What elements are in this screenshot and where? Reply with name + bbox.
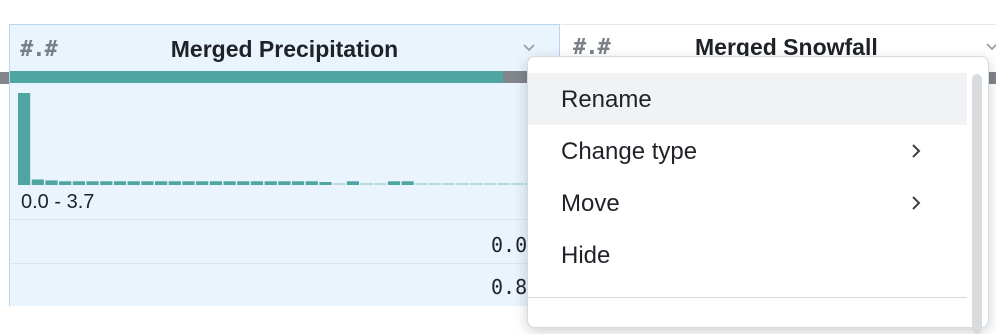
column-header[interactable]: #.# Merged Precipitation [10,25,559,71]
histogram-bar [113,181,127,185]
menu-item-label: Move [561,190,620,217]
histogram-bar [182,181,195,185]
histogram-bar [278,181,291,185]
column-context-menu: Rename Change type Move Hide [527,56,989,334]
histogram-bar [415,183,428,185]
histogram-bar [319,182,332,185]
menu-item-rename[interactable]: Rename [528,73,967,125]
histogram-bar [45,180,58,185]
histogram-bar [168,181,181,185]
histogram-bar [292,181,305,185]
histogram-bar [86,181,99,185]
histogram-bar [442,183,455,185]
histogram-bar [429,183,442,185]
menu-divider [528,297,967,298]
histogram-bar [223,181,236,185]
histogram-bar [360,183,373,185]
histogram-bar [237,181,250,185]
histogram-bar [141,181,154,185]
data-quality-bar [10,71,561,83]
histogram-bar [305,181,318,185]
menu-item-label: Hide [561,242,611,269]
menu-item-label: Change type [561,138,698,165]
chevron-right-icon [912,144,921,158]
histogram-bar [155,181,168,185]
histogram-bar [470,183,483,185]
menu-item-hide[interactable]: Hide [528,229,967,281]
histogram-bar [497,183,510,185]
chevron-down-icon[interactable] [522,41,536,55]
histogram-bar [59,181,72,185]
menu-item-change-type[interactable]: Change type [528,125,967,177]
column-title: Merged Precipitation [170,36,399,62]
histogram-bar [250,181,264,185]
menu-scrollbar[interactable] [972,74,982,334]
histogram-bar [31,179,44,185]
histogram [18,93,538,185]
histogram-bar [333,183,346,185]
histogram-bar [387,181,401,185]
row-divider [10,263,559,264]
histogram-bar [346,181,359,185]
column-merged-precipitation[interactable]: #.# Merged Precipitation 0.0 - 3.7 0.0 0… [9,24,561,306]
menu-item-move[interactable]: Move [528,177,967,229]
chevron-down-icon[interactable] [985,40,996,54]
histogram-bar [18,93,31,185]
histogram-range-label: 0.0 - 3.7 [21,191,95,213]
chevron-right-icon [912,196,921,210]
valid-values-bar [10,71,503,83]
histogram-bar [401,181,414,185]
histogram-bar [264,181,277,185]
histogram-bar [456,183,469,185]
histogram-bar [483,183,496,185]
histogram-bar [72,181,85,185]
histogram-bar [100,181,113,185]
histogram-bar [196,181,209,185]
left-column-bar-edge [0,72,9,84]
row-divider [10,219,559,220]
histogram-bar [511,183,524,185]
table-cell[interactable]: 0.8 [491,275,527,299]
table-cell[interactable]: 0.0 [491,233,527,257]
menu-item-label: Rename [561,86,652,113]
histogram-bar [209,181,222,185]
histogram-bar [127,181,140,185]
histogram-bar [374,183,387,185]
